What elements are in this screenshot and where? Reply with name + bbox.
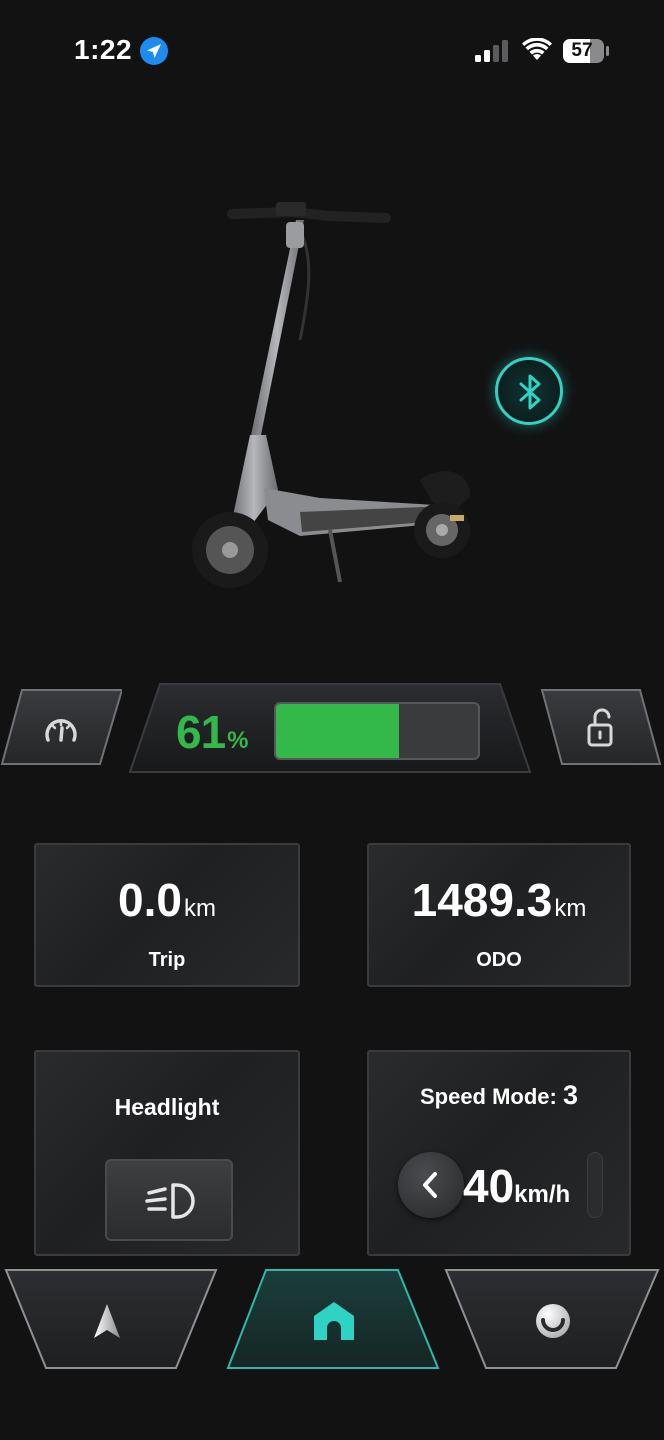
battery-percentage-unit: %	[227, 727, 248, 754]
nav-tab-home[interactable]	[226, 1266, 440, 1372]
speedometer-icon	[45, 719, 77, 742]
speed-limit-unit: km/h	[514, 1181, 571, 1208]
status-time: 1:22	[74, 34, 133, 65]
battery-level-fill	[276, 704, 400, 758]
speed-mode-title: Speed Mode: 3	[369, 1080, 629, 1111]
speed-mode-label: Speed Mode:	[419, 1084, 557, 1109]
nav-tab-profile[interactable]	[444, 1266, 660, 1372]
speed-limit-value: 40	[463, 1160, 515, 1212]
trip-card: 0.0km Trip	[34, 843, 300, 987]
trip-distance: 0.0km	[36, 873, 298, 927]
scooter-image	[192, 202, 470, 588]
bluetooth-icon	[519, 374, 541, 410]
battery-level-bar	[274, 702, 480, 760]
odometer-label: ODO	[476, 949, 522, 971]
battery-percentage: 61%	[176, 704, 249, 769]
speed-mode-card: Speed Mode: 3 40km/h	[367, 1050, 631, 1256]
speed-limit-display: 40km/h	[463, 1156, 570, 1225]
odometer-value: 1489.3	[411, 874, 553, 926]
bluetooth-button[interactable]	[495, 357, 563, 425]
headlight-card: Headlight	[34, 1050, 300, 1256]
nav-tab-navigation[interactable]	[4, 1266, 218, 1372]
cellular-signal-icon	[475, 40, 508, 62]
headlight-icon	[145, 1183, 195, 1219]
battery-percentage-value: 61	[176, 706, 226, 758]
profile-icon	[536, 1304, 570, 1338]
location-arrow-icon	[140, 37, 168, 65]
odometer-card: 1489.3km ODO	[367, 843, 631, 987]
trip-distance-unit: km	[183, 895, 216, 922]
chevron-left-icon	[423, 1172, 437, 1198]
wifi-icon	[522, 38, 552, 60]
dashboard-tab-button[interactable]	[0, 688, 122, 766]
trip-distance-value: 0.0	[118, 874, 182, 926]
speed-increase-button[interactable]	[587, 1152, 603, 1218]
unlock-icon	[587, 708, 613, 747]
headlight-toggle-button[interactable]	[105, 1159, 233, 1241]
odometer-unit: km	[554, 895, 587, 922]
trip-label: Trip	[148, 949, 186, 971]
home-icon	[314, 1302, 354, 1340]
headlight-label: Headlight	[114, 1094, 220, 1120]
speed-decrease-button[interactable]	[398, 1152, 464, 1218]
speed-mode-number: 3	[563, 1080, 579, 1110]
navigation-arrow-icon	[94, 1304, 120, 1338]
status-bar: 1:22 57	[0, 0, 664, 100]
battery-level-text: 57	[571, 40, 593, 61]
odometer-distance: 1489.3km	[369, 873, 629, 927]
battery-panel: 61%	[128, 682, 532, 782]
lock-toggle-button[interactable]	[540, 688, 662, 766]
